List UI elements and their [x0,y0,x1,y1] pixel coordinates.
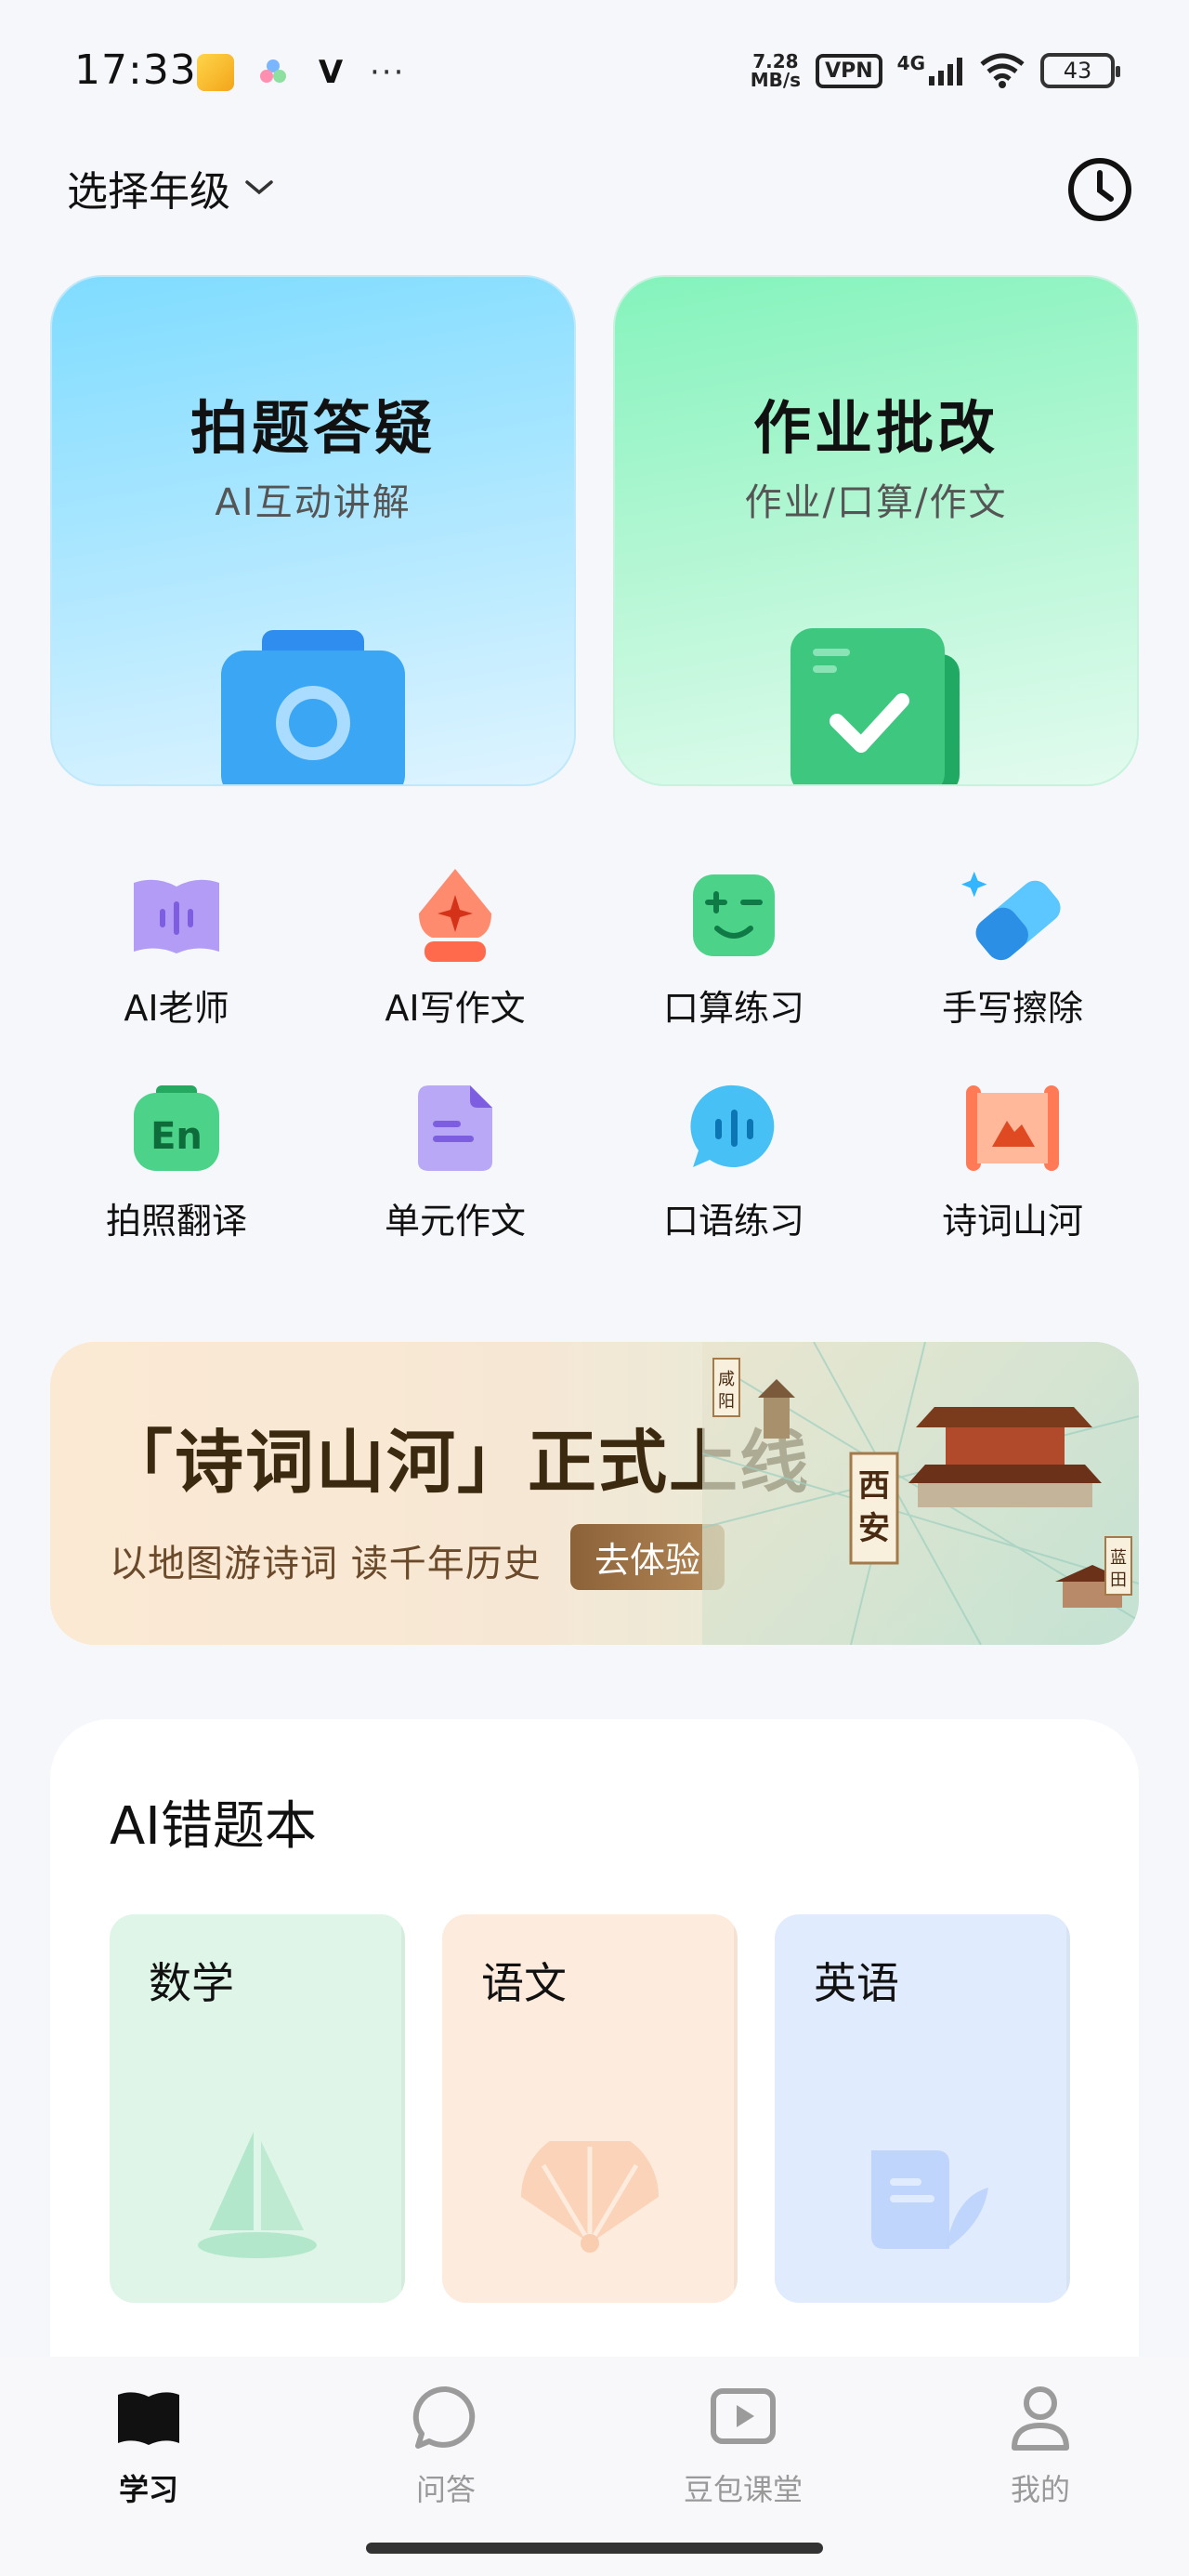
signal-icon: 4G [897,52,964,85]
nav-label: 豆包课堂 [683,2472,803,2507]
nav-tab-study[interactable]: 学习 [56,2383,242,2509]
tool-label: 单元作文 [384,1201,526,1242]
v-app-icon: V [318,54,344,91]
nav-label: 问答 [415,2472,476,2507]
subject-card-chinese[interactable]: 语文 [442,1914,738,2303]
map-label-xian-1: 西 [858,1467,890,1505]
translate-en-icon: En [125,1077,228,1179]
tool-ai-teacher[interactable]: AI老师 [37,864,316,1031]
banner-subtitle: 以地图游诗词 读千年历史 [110,1543,542,1585]
network-type: 4G [896,52,925,74]
homework-correction-subtitle: 作业/口算/作文 [744,481,1008,524]
status-time: 17:33 [74,46,197,94]
tool-label: 手写擦除 [941,988,1083,1029]
svg-text:蓝: 蓝 [1110,1548,1127,1568]
nav-tab-qa[interactable]: 问答 [353,2383,539,2509]
svg-text:阳: 阳 [718,1392,735,1412]
scroll-quill-icon [871,2150,988,2249]
tool-label: 口语练习 [662,1201,804,1242]
chat-bubble-icon [411,2383,481,2453]
vpn-badge: VPN [816,53,882,88]
speech-bubble-icon [683,1077,785,1179]
svg-text:En: En [150,1115,203,1158]
math-face-icon [683,864,785,966]
svg-text:咸: 咸 [718,1370,735,1389]
subject-label: 数学 [149,1958,234,2008]
poetry-promo-banner[interactable]: 「诗词山河」正式上线 以地图游诗词 读千年历史 去体验 西 安 咸 阳 蓝 田 [50,1342,1139,1645]
nav-label: 学习 [118,2472,178,2507]
nav-tab-classroom[interactable]: 豆包课堂 [650,2383,836,2509]
tool-label: 口算练习 [662,988,804,1029]
voice-book-icon [125,864,228,966]
document-icon [404,1077,506,1179]
map-label-xian-2: 安 [858,1510,890,1547]
grade-select-dropdown[interactable]: 选择年级 [67,158,275,217]
homework-correction-card[interactable]: 作业批改 作业/口算/作文 [613,275,1139,786]
checked-document-icon [790,628,960,784]
tool-photo-translate[interactable]: En 拍照翻译 [37,1077,316,1243]
tool-label: AI老师 [124,988,229,1029]
clock-icon [1068,158,1131,221]
status-indicators: 7.28 MB/s VPN 4G 43 [751,52,1120,89]
tool-mental-math[interactable]: 口算练习 [594,864,873,1031]
battery-indicator: 43 [1040,53,1120,88]
scroll-icon [961,1077,1064,1179]
tool-label: 拍照翻译 [105,1201,247,1242]
tool-ai-writing[interactable]: AI写作文 [316,864,594,1031]
eraser-icon [961,864,1064,966]
notes-app-icon [197,54,234,91]
chevron-down-icon [245,180,273,195]
notification-icons: V ··· [197,54,405,91]
pen-nib-icon [404,864,506,966]
network-speed: 7.28 MB/s [751,52,801,89]
photo-question-card[interactable]: 拍题答疑 AI互动讲解 [50,275,576,786]
network-speed-unit: MB/s [750,69,802,91]
book-icon [113,2383,184,2453]
home-indicator[interactable] [366,2543,823,2554]
palace-map-illustration: 西 安 咸 阳 蓝 田 [702,1342,1139,1645]
subject-card-english[interactable]: 英语 [775,1914,1070,2303]
flower-app-icon [255,54,292,91]
subject-label: 语文 [481,1958,567,2008]
subject-label: 英语 [814,1958,899,2008]
nav-label: 我的 [1010,2472,1070,2507]
fan-icon [521,2141,659,2253]
homework-correction-title: 作业批改 [752,394,999,462]
tool-label: AI写作文 [385,988,526,1029]
tool-label: 诗词山河 [941,1201,1083,1242]
tool-poetry-landscape[interactable]: 诗词山河 [873,1077,1152,1243]
tool-handwriting-erase[interactable]: 手写擦除 [873,864,1152,1031]
wrong-book-title: AI错题本 [110,1796,317,1857]
top-header: 选择年级 [0,139,1189,242]
user-icon [1005,2383,1076,2453]
more-notifications-icon: ··· [370,54,406,91]
svg-text:田: 田 [1110,1571,1127,1590]
tool-oral-practice[interactable]: 口语练习 [594,1077,873,1243]
network-speed-value: 7.28 [752,50,799,72]
camera-icon [221,630,405,784]
sailboat-icon [198,2132,317,2258]
video-play-icon [708,2383,778,2453]
status-bar: 17:33 V ··· 7.28 MB/s VPN 4G 43 [0,0,1189,139]
photo-question-subtitle: AI互动讲解 [215,481,412,524]
tool-unit-essay[interactable]: 单元作文 [316,1077,594,1243]
subject-card-math[interactable]: 数学 [110,1914,405,2303]
wifi-icon [980,53,1025,88]
tool-grid: AI老师 AI写作文 口算练习 手写擦除 En 拍照翻译 单元作文 口语练习 诗… [37,864,1152,1243]
history-button[interactable] [1066,156,1133,223]
nav-tab-me[interactable]: 我的 [947,2383,1133,2509]
photo-question-title: 拍题答疑 [189,394,436,462]
grade-select-label: 选择年级 [67,168,230,216]
